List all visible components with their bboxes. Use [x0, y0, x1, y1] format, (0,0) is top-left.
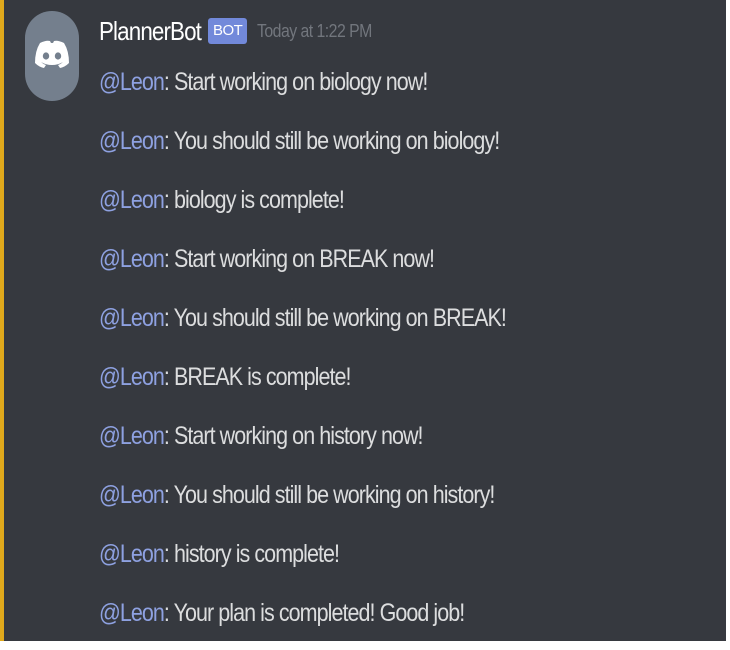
- message-text: : history is complete!: [163, 540, 340, 568]
- message-text: : Start working on BREAK now!: [163, 245, 435, 273]
- message-list: @Leon: Start working on biology now! @Le…: [99, 60, 719, 650]
- message-timestamp[interactable]: Today at 1:22 PM: [257, 21, 372, 42]
- message-text: : You should still be working on history…: [163, 481, 495, 509]
- message-text: : Start working on history now!: [163, 422, 424, 450]
- message-text: : biology is complete!: [163, 186, 345, 214]
- user-mention[interactable]: @Leon: [99, 422, 165, 450]
- message-line: @Leon: You should still be working on BR…: [99, 296, 719, 355]
- message-line: @Leon: history is complete!: [99, 532, 719, 591]
- avatar[interactable]: [25, 11, 79, 101]
- message-line: @Leon: Start working on biology now!: [99, 60, 719, 119]
- bottom-border: [0, 641, 730, 645]
- discord-logo-icon: [35, 40, 69, 68]
- message-line: @Leon: Start working on BREAK now!: [99, 237, 719, 296]
- user-mention[interactable]: @Leon: [99, 68, 165, 96]
- message-line: @Leon: You should still be working on hi…: [99, 473, 719, 532]
- message-line: @Leon: You should still be working on bi…: [99, 119, 719, 178]
- author-name[interactable]: PlannerBot: [99, 16, 202, 47]
- user-mention[interactable]: @Leon: [99, 540, 165, 568]
- message-header: PlannerBot BOT Today at 1:22 PM: [99, 14, 388, 48]
- message-line: @Leon: Start working on history now!: [99, 414, 719, 473]
- user-mention[interactable]: @Leon: [99, 363, 165, 391]
- message-container: PlannerBot BOT Today at 1:22 PM @Leon: S…: [0, 0, 726, 641]
- user-mention[interactable]: @Leon: [99, 481, 165, 509]
- message-text: : Start working on biology now!: [163, 68, 428, 96]
- user-mention[interactable]: @Leon: [99, 186, 165, 214]
- user-mention[interactable]: @Leon: [99, 304, 165, 332]
- user-mention[interactable]: @Leon: [99, 599, 165, 627]
- message-line: @Leon: biology is complete!: [99, 178, 719, 237]
- message-text: : BREAK is complete!: [163, 363, 352, 391]
- message-text: : You should still be working on BREAK!: [163, 304, 507, 332]
- message-text: : Your plan is completed! Good job!: [163, 599, 465, 627]
- message-line: @Leon: BREAK is complete!: [99, 355, 719, 414]
- message-text: : You should still be working on biology…: [163, 127, 500, 155]
- user-mention[interactable]: @Leon: [99, 245, 165, 273]
- user-mention[interactable]: @Leon: [99, 127, 165, 155]
- bot-badge: BOT: [208, 18, 248, 44]
